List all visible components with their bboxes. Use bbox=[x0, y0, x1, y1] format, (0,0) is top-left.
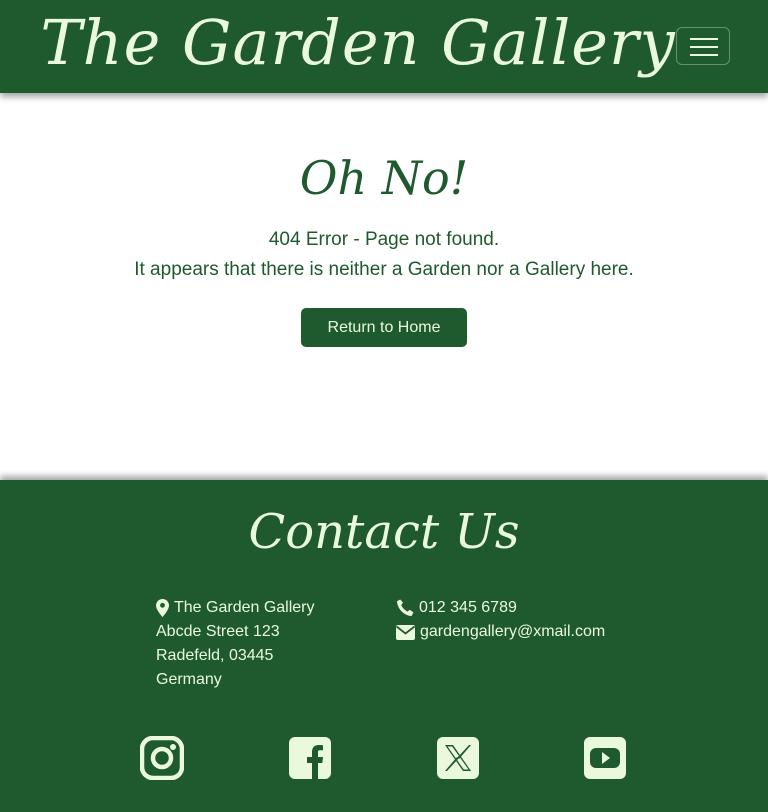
footer: Contact Us The Garden Gallery Abcde Stre… bbox=[0, 480, 768, 812]
address-name: The Garden Gallery bbox=[174, 599, 315, 616]
error-section: Oh No! 404 Error - Page not found. It ap… bbox=[0, 93, 768, 480]
facebook-link[interactable] bbox=[288, 736, 334, 780]
return-home-button[interactable]: Return to Home bbox=[301, 308, 467, 347]
envelope-icon bbox=[396, 624, 415, 640]
address-block: The Garden Gallery Abcde Street 123 Rade… bbox=[156, 596, 315, 692]
email-link[interactable]: gardengallery@xmail.com bbox=[420, 620, 605, 644]
youtube-link[interactable] bbox=[583, 736, 629, 780]
address-city: Radefeld, 03445 bbox=[156, 647, 274, 664]
facebook-icon bbox=[289, 737, 331, 779]
phone-link[interactable]: 012 345 6789 bbox=[419, 596, 517, 620]
hamburger-icon bbox=[690, 38, 718, 56]
navbar: The Garden Gallery bbox=[0, 0, 768, 93]
x-icon bbox=[437, 737, 479, 779]
address-street: Abcde Street 123 bbox=[156, 623, 280, 640]
map-marker-icon bbox=[156, 599, 169, 617]
error-description: It appears that there is neither a Garde… bbox=[134, 259, 634, 280]
contact-heading: Contact Us bbox=[248, 504, 520, 560]
error-message: 404 Error - Page not found. bbox=[268, 229, 500, 250]
x-twitter-link[interactable] bbox=[436, 736, 482, 780]
youtube-icon bbox=[584, 737, 626, 779]
error-title: Oh No! bbox=[299, 151, 469, 205]
brand-logo[interactable]: The Garden Gallery bbox=[0, 6, 716, 79]
address-country: Germany bbox=[156, 671, 222, 688]
contact-block: 012 345 6789 gardengallery@xmail.com bbox=[396, 596, 605, 644]
instagram-link[interactable] bbox=[139, 735, 186, 781]
instagram-icon bbox=[139, 735, 185, 781]
phone-icon bbox=[397, 599, 414, 616]
menu-toggle-button[interactable] bbox=[676, 27, 730, 65]
